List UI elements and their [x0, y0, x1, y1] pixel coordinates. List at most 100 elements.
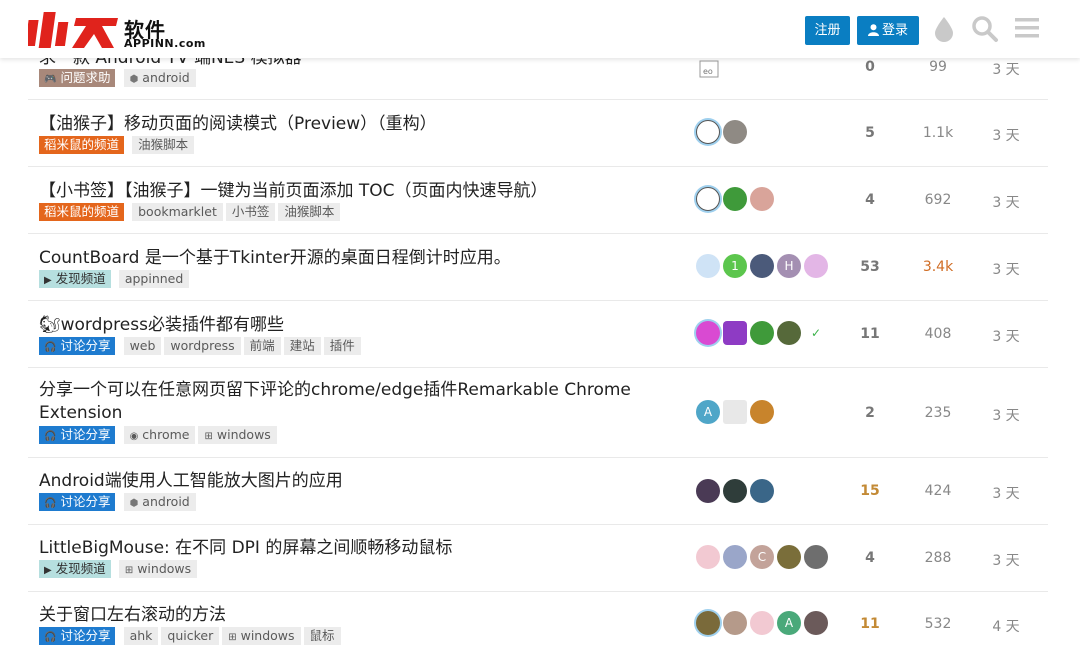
avatar[interactable] [750, 254, 774, 278]
avatar[interactable] [696, 120, 720, 144]
avatar[interactable]: A [696, 400, 720, 424]
avatar[interactable]: 1 [723, 254, 747, 278]
view-count: 235 [924, 405, 952, 421]
tag[interactable]: ◉ chrome [123, 426, 196, 444]
activity-time[interactable]: 3 天 [980, 405, 1032, 425]
tag[interactable]: 插件 [323, 337, 361, 355]
topic-title[interactable]: 【油猴子】移动页面的阅读模式（Preview）（重构） [39, 113, 639, 136]
avatar[interactable] [723, 400, 747, 424]
topic-title[interactable]: 🐿wordpress必装插件都有哪些 [39, 314, 639, 337]
avatar[interactable] [696, 479, 720, 503]
reply-count: 11 [860, 616, 880, 632]
windows-icon: ⊞ [124, 565, 134, 576]
site-logo[interactable]: 软件 APPINN.com [28, 6, 218, 52]
category-badge[interactable]: ▶ 发现频道 [39, 560, 111, 578]
tag[interactable]: web [123, 337, 162, 355]
tag[interactable]: 小书签 [225, 203, 276, 221]
logo-mark-icon [28, 12, 118, 48]
category-badge[interactable]: 稻米鼠的频道 [39, 136, 125, 154]
avatar[interactable] [723, 479, 747, 503]
site-header: 软件 APPINN.com 注册 登录 [0, 0, 1080, 58]
avatar[interactable] [750, 479, 774, 503]
topic-row[interactable]: CountBoard 是一个基于Tkinter开源的桌面日程倒计时应用。 ▶ 发现… [28, 234, 1048, 301]
avatar[interactable] [750, 400, 774, 424]
tag[interactable]: ⬢ android [123, 493, 196, 511]
avatar[interactable]: H [777, 254, 801, 278]
avatar[interactable]: eo [696, 57, 722, 83]
tag[interactable]: ⬢ android [123, 69, 196, 87]
avatar[interactable] [696, 321, 720, 345]
avatar[interactable] [777, 545, 801, 569]
tag[interactable]: ⊞ windows [222, 627, 301, 645]
avatar[interactable] [723, 321, 747, 345]
tag[interactable]: 前端 [243, 337, 281, 355]
avatar[interactable]: A [777, 611, 801, 635]
avatar[interactable] [696, 254, 720, 278]
avatar[interactable] [696, 187, 720, 211]
avatar[interactable] [723, 120, 747, 144]
activity-time[interactable]: 3 天 [980, 550, 1032, 570]
search-icon[interactable] [971, 15, 999, 43]
avatar[interactable] [804, 545, 828, 569]
topic-title[interactable]: LittleBigMouse: 在不同 DPI 的屏幕之间顺畅移动鼠标 [39, 537, 639, 560]
topic-title[interactable]: Android端使用人工智能放大图片的应用 [39, 470, 639, 493]
avatar[interactable]: C [750, 545, 774, 569]
category-badge[interactable]: 🎮 问题求助 [39, 69, 116, 87]
logo-text-en: APPINN.com [124, 37, 206, 50]
tag[interactable]: wordpress [164, 337, 241, 355]
category-badge[interactable]: 🎧 讨论分享 [39, 493, 116, 511]
tag[interactable]: quicker [161, 627, 220, 645]
topic-row[interactable]: LittleBigMouse: 在不同 DPI 的屏幕之间顺畅移动鼠标 ▶ 发现频… [28, 525, 1048, 592]
topic-tags: 🎧 讨论分享 web wordpress 前端 建站 插件 [39, 337, 364, 355]
tag[interactable]: 油猴脚本 [278, 203, 341, 221]
category-badge[interactable]: 🎧 讨论分享 [39, 627, 116, 645]
tag[interactable]: 鼠标 [303, 627, 341, 645]
avatar[interactable] [723, 545, 747, 569]
drop-icon[interactable] [933, 15, 955, 43]
category-badge[interactable]: 🎧 讨论分享 [39, 426, 116, 444]
topic-row[interactable]: 分享一个可以在任意网页留下评论的chrome/edge插件Remarkable … [28, 368, 1048, 458]
tag[interactable]: ⊞ windows [118, 560, 198, 578]
topic-title[interactable]: 【小书签】【油猴子】一键为当前页面添加 TOC（页面内快速导航） [39, 180, 639, 203]
avatar[interactable] [696, 545, 720, 569]
topic-row[interactable]: Android端使用人工智能放大图片的应用 🎧 讨论分享 ⬢ android 15 … [28, 458, 1048, 525]
tag[interactable]: ⊞ windows [198, 426, 277, 444]
avatar[interactable] [696, 611, 720, 635]
tag[interactable]: ahk [123, 627, 159, 645]
topic-row[interactable]: 关于窗口左右滚动的方法 🎧 讨论分享 ahk quicker ⊞ windows 鼠标 A… [28, 592, 1048, 658]
tag[interactable]: bookmarklet [132, 203, 223, 221]
tag[interactable]: appinned [118, 270, 190, 288]
category-badge[interactable]: ▶ 发现频道 [39, 270, 111, 288]
avatar[interactable] [804, 611, 828, 635]
topic-title-text: wordpress必装插件都有哪些 [60, 315, 284, 335]
activity-time[interactable]: 3 天 [980, 59, 1032, 79]
tag[interactable]: 建站 [283, 337, 321, 355]
topic-title[interactable]: 分享一个可以在任意网页留下评论的chrome/edge插件Remarkable … [39, 379, 639, 425]
avatar[interactable] [723, 611, 747, 635]
avatar[interactable] [777, 321, 801, 345]
topic-row[interactable]: 🐿wordpress必装插件都有哪些 🎧 讨论分享 web wordpress 前端建… [28, 301, 1048, 368]
menu-icon[interactable] [1014, 15, 1040, 41]
avatar[interactable] [804, 254, 828, 278]
topic-title[interactable]: CountBoard 是一个基于Tkinter开源的桌面日程倒计时应用。 [39, 247, 639, 270]
view-count: 692 [924, 192, 952, 208]
activity-time[interactable]: 4 天 [980, 616, 1032, 636]
activity-time[interactable]: 3 天 [980, 483, 1032, 503]
category-badge[interactable]: 🎧 讨论分享 [39, 337, 116, 355]
avatar[interactable] [750, 321, 774, 345]
avatar[interactable] [750, 187, 774, 211]
tag[interactable]: 油猴脚本 [132, 136, 195, 154]
activity-time[interactable]: 3 天 [980, 125, 1032, 145]
avatar[interactable] [723, 187, 747, 211]
signup-button[interactable]: 注册 [805, 16, 850, 45]
avatar[interactable]: ✓ [804, 321, 828, 345]
activity-time[interactable]: 3 天 [980, 192, 1032, 212]
activity-time[interactable]: 3 天 [980, 326, 1032, 346]
activity-time[interactable]: 3 天 [980, 259, 1032, 279]
topic-row[interactable]: 【小书签】【油猴子】一键为当前页面添加 TOC（页面内快速导航） 稻米鼠的频道 … [28, 167, 1048, 234]
category-badge[interactable]: 稻米鼠的频道 [39, 203, 125, 221]
topic-row[interactable]: 【油猴子】移动页面的阅读模式（Preview）（重构） 稻米鼠的频道 油猴脚本 … [28, 100, 1048, 167]
avatar[interactable] [750, 611, 774, 635]
login-button[interactable]: 登录 [857, 16, 919, 45]
topic-title[interactable]: 关于窗口左右滚动的方法 [39, 604, 639, 627]
